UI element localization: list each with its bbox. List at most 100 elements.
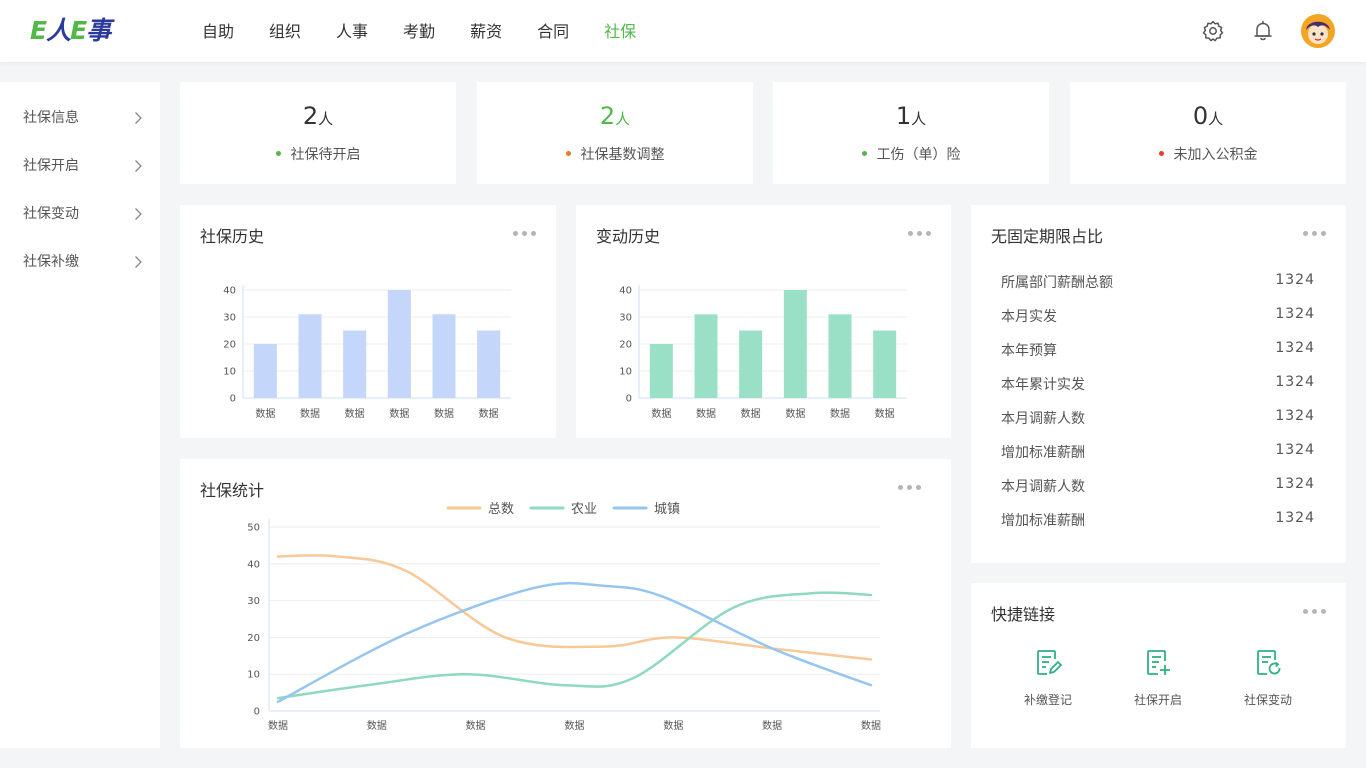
legend-label: 农业: [571, 502, 597, 517]
status-dot: [861, 150, 867, 156]
chevron-right-icon: [135, 160, 142, 172]
x-tick-label: 数据: [741, 407, 761, 420]
x-tick-label: 数据: [663, 719, 683, 732]
logo-e-2: E: [70, 16, 87, 45]
x-tick-label: 数据: [466, 719, 486, 732]
change-bar-chart: 0 10 20 30 40 数据 数据 数据 数据 数据 数据: [619, 285, 907, 420]
x-tick-label: 数据: [389, 407, 409, 420]
more-icon[interactable]: [1303, 609, 1327, 615]
y-tick-label: 10: [619, 367, 632, 378]
x-tick-label: 数据: [479, 407, 499, 420]
bar: [783, 290, 807, 398]
nav-item-self-service[interactable]: 自助: [202, 0, 234, 62]
ratio-row: 本月实发 1324: [1001, 306, 1315, 325]
avatar[interactable]: [1301, 14, 1335, 48]
bar: [739, 330, 763, 398]
stat-card-pending-open[interactable]: 2人 社保待开启: [180, 82, 456, 184]
x-tick-label: 数据: [696, 407, 716, 420]
legend-label: 总数: [488, 502, 514, 517]
statistics-line-chart: 0 10 20 30 40 50 数据 数据 数据 数据 数据 数据 数据 总数 农业 城镇: [247, 502, 881, 732]
sidebar-item-label: 社保变动: [23, 206, 79, 222]
nav-item-payroll[interactable]: 薪资: [470, 0, 502, 62]
x-tick-label: 数据: [268, 719, 288, 732]
ratio-row: 本月调薪人数 1324: [1001, 476, 1315, 495]
bar: [432, 314, 456, 398]
y-tick-label: 20: [247, 633, 260, 644]
y-tick-label: 40: [619, 286, 632, 297]
sidebar-item-supplement[interactable]: 社保补缴: [23, 250, 145, 274]
x-tick-label: 数据: [255, 407, 275, 420]
sidebar-item-info[interactable]: 社保信息: [23, 106, 145, 130]
chevron-right-icon: [135, 208, 142, 220]
y-tick-label: 30: [247, 596, 260, 607]
bar: [694, 314, 718, 398]
series-line: [276, 554, 873, 661]
y-tick-label: 20: [619, 340, 632, 351]
more-icon[interactable]: [1303, 231, 1327, 237]
status-dot: [565, 150, 571, 156]
settings-icon[interactable]: [1201, 19, 1225, 43]
stat-value: 0人: [1192, 102, 1224, 130]
y-tick-label: 40: [247, 559, 260, 570]
chevron-right-icon: [135, 256, 142, 268]
ratio-card: 无固定期限占比 所属部门薪酬总额 1324 本月实发 1324 本年预算 1324 本…: [971, 205, 1346, 563]
x-tick-label: 数据: [367, 719, 387, 732]
bar: [253, 344, 277, 398]
card-title: 无固定期限占比: [991, 227, 1104, 246]
nav-item-social-security[interactable]: 社保: [604, 0, 636, 62]
x-tick-label: 数据: [762, 719, 782, 732]
sidebar-item-open[interactable]: 社保开启: [23, 154, 145, 178]
y-tick-label: 40: [223, 286, 236, 297]
logo-e-1: E: [30, 16, 47, 45]
y-tick-label: 0: [626, 394, 632, 405]
ratio-row: 增加标准薪酬 1324: [1001, 442, 1315, 461]
stat-card-injury-insurance[interactable]: 1人 工伤（单）险: [773, 82, 1049, 184]
quick-link-social-open[interactable]: 社保开启: [1118, 647, 1198, 708]
x-tick-label: 数据: [875, 407, 895, 420]
y-tick-label: 30: [619, 313, 632, 324]
x-tick-label: 数据: [565, 719, 585, 732]
bar: [873, 330, 897, 398]
chevron-right-icon: [135, 112, 142, 124]
x-tick-label: 数据: [830, 407, 850, 420]
sidebar-item-label: 社保信息: [23, 110, 79, 126]
stat-card-base-adjust[interactable]: 2人 社保基数调整: [477, 82, 753, 184]
x-tick-label: 数据: [861, 719, 881, 732]
bar: [828, 314, 852, 398]
nav-item-attendance[interactable]: 考勤: [403, 0, 435, 62]
bar: [387, 290, 411, 398]
nav-item-contract[interactable]: 合同: [537, 0, 569, 62]
quick-link-supplement-register[interactable]: 补缴登记: [1008, 647, 1088, 708]
bar: [298, 314, 322, 398]
y-tick-label: 30: [223, 313, 236, 324]
stat-card-no-housing-fund[interactable]: 0人 未加入公积金: [1070, 82, 1346, 184]
x-tick-label: 数据: [345, 407, 365, 420]
ratio-row: 增加标准薪酬 1324: [1001, 510, 1315, 529]
y-tick-label: 20: [223, 340, 236, 351]
document-edit-icon: [1037, 650, 1062, 675]
logo-ren: 人: [46, 16, 71, 45]
x-tick-label: 数据: [651, 407, 671, 420]
y-tick-label: 10: [223, 367, 236, 378]
nav-item-personnel[interactable]: 人事: [336, 0, 368, 62]
ratio-row: 所属部门薪酬总额 1324: [1001, 272, 1315, 291]
ratio-row: 本月调薪人数 1324: [1001, 408, 1315, 427]
nav-item-organization[interactable]: 组织: [269, 0, 301, 62]
quick-link-label: 社保变动: [1243, 693, 1292, 707]
quick-link-label: 补缴登记: [1023, 693, 1072, 707]
bar: [477, 330, 501, 398]
stat-label: 未加入公积金: [1070, 144, 1346, 164]
series-line: [276, 591, 873, 700]
sidebar-item-change[interactable]: 社保变动: [23, 202, 145, 226]
quick-link-social-change[interactable]: 社保变动: [1228, 647, 1308, 708]
bell-icon[interactable]: [1251, 19, 1275, 43]
main-nav: 自助 组织 人事 考勤 薪资 合同 社保: [202, 0, 671, 62]
sidebar-item-label: 社保补缴: [23, 254, 79, 270]
bar: [649, 344, 673, 398]
sidebar: 社保信息 社保开启 社保变动 社保补缴: [0, 82, 160, 748]
stat-value: 2人: [302, 102, 334, 130]
x-tick-label: 数据: [300, 407, 320, 420]
app-logo[interactable]: E 人 E 事: [30, 16, 111, 46]
status-dot: [275, 150, 281, 156]
y-tick-label: 10: [247, 670, 260, 681]
